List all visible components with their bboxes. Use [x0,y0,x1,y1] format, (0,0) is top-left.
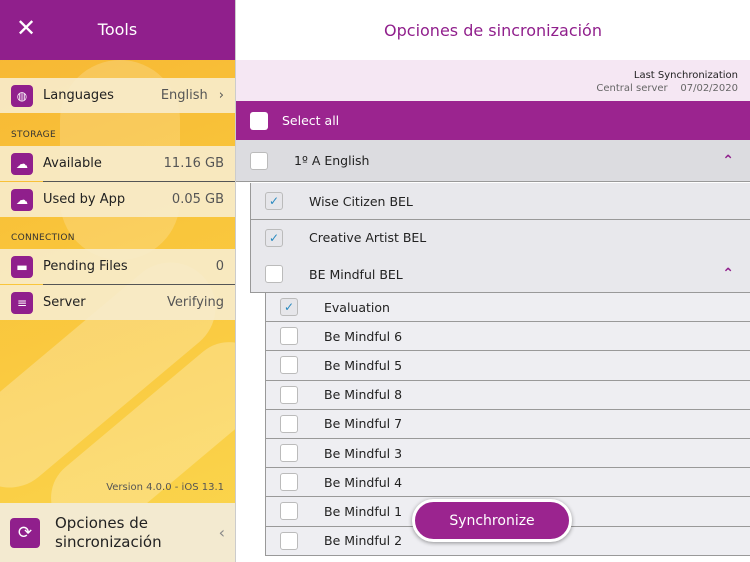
database-icon: ≡ [11,291,33,314]
select-all-row[interactable]: Select all [236,101,750,140]
last-sync-label: Last Synchronization [633,70,738,81]
unit-row[interactable]: Be Mindful 7 [265,409,750,439]
course-row[interactable]: BE Mindful BEL ⌃ [250,256,750,293]
folder-icon: ▬ [11,255,33,278]
course-label: BE Mindful BEL [309,266,403,282]
server-row: ≡ Server Verifying [0,285,235,320]
group-row[interactable]: 1º A English ⌃ [236,140,750,182]
synchronize-button[interactable]: Synchronize [412,499,572,542]
course-label: Creative Artist BEL [309,230,427,245]
used-label: Used by App [43,192,126,207]
pending-value: 0 [215,259,224,274]
unit-row[interactable]: ✓ Evaluation [265,293,750,323]
pending-label: Pending Files [43,259,128,274]
languages-label: Languages [43,88,114,103]
unit-row[interactable]: Be Mindful 8 [265,380,750,410]
select-all-checkbox[interactable] [250,111,268,130]
sidebar: ✕ Tools ◍ Languages English › STORAGE ☁ … [0,0,235,562]
unit-label: Be Mindful 8 [324,387,403,403]
unit-label: Evaluation [324,299,390,315]
version-text: Version 4.0.0 - iOS 13.1 [106,482,224,493]
chevron-right-icon: › [218,88,224,103]
cloud-check-icon: ☁ [11,188,33,211]
chevron-left-icon: ‹ [218,523,225,542]
server-value: Verifying [167,295,224,310]
group-label: 1º A English [294,153,370,168]
group-checkbox[interactable] [250,151,268,170]
sync-options-label: Opciones de sincronización [55,513,162,551]
unit-checkbox[interactable] [280,531,298,550]
chevron-up-icon[interactable]: ⌃ [722,266,734,282]
unit-label: Be Mindful 7 [324,416,403,432]
server-name: Central server [596,83,668,94]
available-label: Available [43,156,102,171]
unit-row[interactable]: Be Mindful 4 [265,468,750,498]
pending-files-row: ▬ Pending Files 0 [0,249,235,284]
page-title: Opciones de sincronización [384,20,602,40]
select-all-label: Select all [282,113,340,128]
unit-checkbox[interactable] [280,473,298,492]
unit-label: Be Mindful 3 [324,445,403,461]
available-row: ☁ Available 11.16 GB [0,146,235,181]
unit-row[interactable]: Be Mindful 6 [265,322,750,352]
unit-checkbox[interactable] [280,385,298,404]
languages-row[interactable]: ◍ Languages English › [0,78,235,113]
last-sync-info: Last Synchronization Central server 07/0… [236,60,750,101]
unit-label: Be Mindful 4 [324,474,403,490]
connection-header: CONNECTION [11,233,75,243]
sync-icon: ⟳ [10,517,40,548]
unit-checkbox[interactable] [280,414,298,433]
chevron-up-icon[interactable]: ⌃ [722,153,734,169]
main-panel: Opciones de sincronización Last Synchron… [235,0,750,562]
unit-checkbox[interactable] [280,327,298,346]
course-label: Wise Citizen BEL [309,193,413,209]
sync-options-item[interactable]: ⟳ Opciones de sincronización ‹ [0,503,235,562]
course-row[interactable]: ✓ Wise Citizen BEL [250,183,750,220]
unit-row[interactable]: Be Mindful 5 [265,351,750,381]
server-label: Server [43,295,86,310]
course-checkbox[interactable] [265,265,283,283]
languages-value: English [160,88,208,103]
sidebar-title: Tools [97,20,138,39]
used-by-app-row: ☁ Used by App 0.05 GB [0,182,235,217]
course-checkbox[interactable]: ✓ [265,228,283,247]
course-checkbox[interactable]: ✓ [265,192,283,210]
globe-icon: ◍ [11,84,33,107]
course-row[interactable]: ✓ Creative Artist BEL [250,219,750,257]
cloud-icon: ☁ [11,152,33,175]
storage-header: STORAGE [11,130,56,140]
used-value: 0.05 GB [171,192,224,207]
sync-date: 07/02/2020 [680,83,738,94]
unit-label: Be Mindful 5 [324,357,403,373]
sidebar-header: ✕ Tools [0,0,235,60]
unit-checkbox[interactable] [280,356,298,375]
unit-label: Be Mindful 6 [324,328,403,344]
unit-checkbox[interactable]: ✓ [280,298,298,317]
available-value: 11.16 GB [163,156,224,171]
unit-checkbox[interactable] [280,502,298,521]
unit-row[interactable]: Be Mindful 3 [265,439,750,469]
unit-checkbox[interactable] [280,444,298,463]
